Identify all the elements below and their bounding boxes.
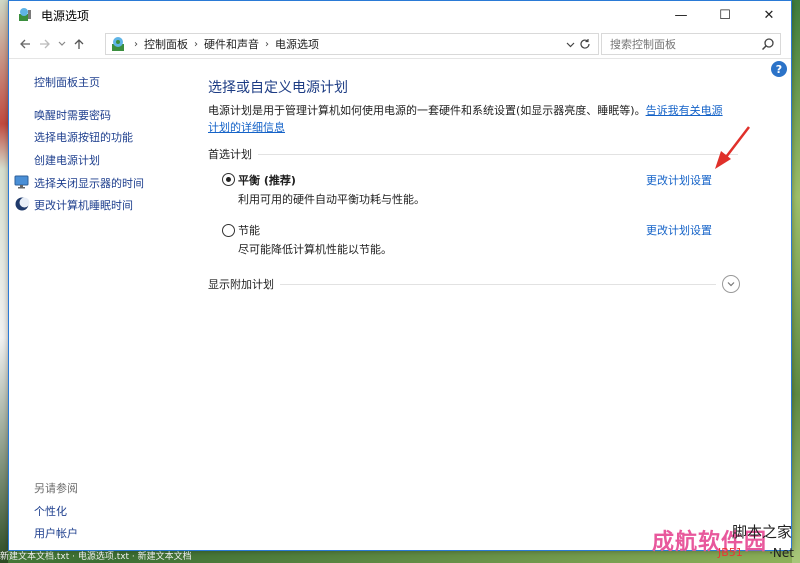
- plan-name-power-saver[interactable]: 节能: [238, 222, 260, 238]
- preferred-plans-label: 首选计划: [208, 146, 258, 162]
- title-bar: 电源选项 — ☐ ✕: [9, 1, 791, 29]
- plan-name-balanced[interactable]: 平衡 (推荐): [238, 172, 296, 188]
- breadcrumb-separator: ›: [194, 38, 198, 50]
- desktop-left-edge: [0, 0, 8, 563]
- search-box: [601, 33, 781, 55]
- back-button[interactable]: [15, 33, 35, 55]
- refresh-button[interactable]: [574, 33, 596, 55]
- breadcrumb-power-options[interactable]: 电源选项: [275, 36, 319, 52]
- sidebar-item-sleep-time[interactable]: 更改计算机睡眠时间: [34, 197, 133, 213]
- additional-plans-label: 显示附加计划: [208, 276, 280, 292]
- preferred-plans-header: 首选计划: [208, 146, 738, 162]
- sidebar-item-power-buttons[interactable]: 选择电源按钮的功能: [34, 129, 133, 145]
- desktop-right-edge: [792, 0, 800, 563]
- forward-button[interactable]: [35, 33, 55, 55]
- chevron-down-icon: [727, 282, 735, 287]
- radio-power-saver[interactable]: [222, 224, 235, 237]
- sidebar-item-display-off[interactable]: 选择关闭显示器的时间: [34, 175, 144, 191]
- breadcrumb-hardware-sound[interactable]: 硬件和声音: [204, 36, 259, 52]
- chevron-down-icon: [58, 41, 66, 46]
- page-title: 选择或自定义电源计划: [208, 80, 348, 96]
- page-description: 电源计划是用于管理计算机如何使用电源的一套硬件和系统设置(如显示器亮度、睡眠等)…: [208, 102, 728, 136]
- help-button[interactable]: ?: [771, 61, 787, 77]
- window-title: 电源选项: [41, 8, 90, 23]
- see-also-user-accounts[interactable]: 用户帐户: [34, 525, 78, 541]
- address-bar: › 控制面板 › 硬件和声音 › 电源选项: [9, 29, 791, 59]
- breadcrumb-control-panel[interactable]: 控制面板: [144, 36, 188, 52]
- change-plan-settings-balanced[interactable]: 更改计划设置: [646, 172, 712, 188]
- refresh-icon: [580, 39, 590, 49]
- recent-locations-button[interactable]: [55, 33, 69, 55]
- expand-additional-plans-button[interactable]: [722, 275, 740, 293]
- control-panel-icon: [110, 36, 128, 52]
- watermark-top-text: 脚本之家: [731, 523, 792, 541]
- address-input[interactable]: › 控制面板 › 硬件和声音 › 电源选项: [105, 33, 599, 55]
- back-arrow-icon: [20, 39, 30, 48]
- sleep-moon-icon: [14, 196, 30, 212]
- desktop-file-labels: 新建文本文档.txt · 电源选项.txt · 新建文本文档: [0, 552, 192, 562]
- plan-desc-power-saver: 尽可能降低计算机性能以节能。: [238, 243, 392, 256]
- additional-plans-header[interactable]: 显示附加计划: [208, 276, 716, 292]
- change-plan-settings-power-saver[interactable]: 更改计划设置: [646, 222, 712, 238]
- power-options-window: 电源选项 — ☐ ✕ › 控制面板 › 硬件和声音 › 电源选项 搜索控制面板 …: [8, 0, 792, 551]
- see-also-personalization[interactable]: 个性化: [34, 503, 67, 519]
- forward-arrow-icon: [40, 39, 50, 48]
- monitor-icon: [14, 174, 30, 190]
- radio-balanced[interactable]: [222, 173, 235, 186]
- annotation-arrow-icon: [715, 126, 750, 169]
- close-button[interactable]: ✕: [747, 1, 791, 29]
- search-input[interactable]: [610, 37, 760, 51]
- power-options-icon: [17, 7, 33, 23]
- divider: [280, 283, 716, 285]
- divider: [258, 153, 738, 155]
- description-text: 电源计划是用于管理计算机如何使用电源的一套硬件和系统设置(如显示器亮度、睡眠等)…: [208, 104, 646, 117]
- maximize-button[interactable]: ☐: [703, 1, 747, 29]
- breadcrumb-separator: ›: [134, 38, 138, 50]
- breadcrumb-separator: ›: [265, 38, 269, 50]
- up-arrow-icon: [74, 38, 84, 49]
- minimize-button[interactable]: —: [659, 1, 703, 29]
- sidebar-control-panel-home[interactable]: 控制面板主页: [34, 74, 100, 90]
- search-icon[interactable]: [761, 37, 775, 51]
- see-also-heading: 另请参阅: [34, 482, 78, 495]
- sidebar-item-create-plan[interactable]: 创建电源计划: [34, 152, 100, 168]
- plan-desc-balanced: 利用可用的硬件自动平衡功耗与性能。: [238, 193, 425, 206]
- up-button[interactable]: [69, 33, 89, 55]
- window-controls: — ☐ ✕: [659, 1, 791, 29]
- sidebar-item-wake-password[interactable]: 唤醒时需要密码: [34, 107, 111, 123]
